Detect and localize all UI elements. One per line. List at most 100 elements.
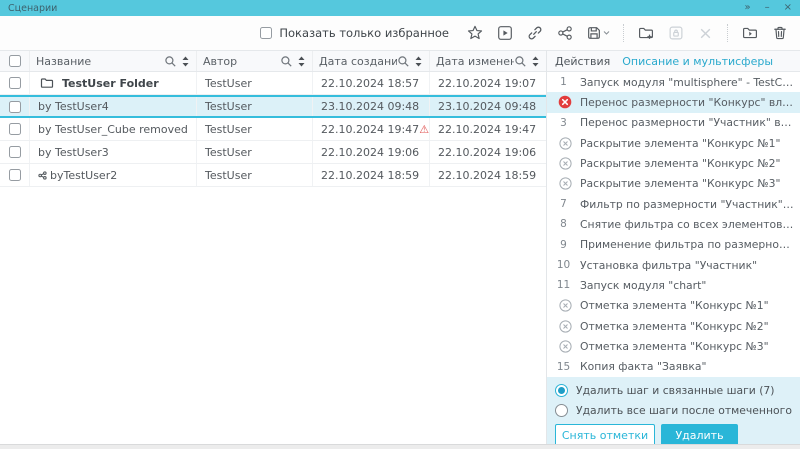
row-modified: 22.10.2024 19:07 (438, 77, 536, 90)
step-skip-icon[interactable] (559, 177, 572, 190)
table-row[interactable]: TestUser Folder TestUser 22.10.2024 18:5… (0, 72, 546, 95)
step-text: Отметка элемента "Конкурс №3" (580, 340, 769, 353)
toolbar: Показать только избранное (0, 16, 800, 50)
cancel-x-icon[interactable] (697, 25, 714, 42)
star-icon[interactable] (466, 25, 483, 42)
table-row[interactable]: by TestUser_Cube removed TestUser 22.10.… (0, 118, 546, 141)
action-step[interactable]: 10 Установка фильтра "Участник" (547, 255, 800, 275)
delete-option[interactable]: Удалить все шаги после отмеченного (547, 400, 800, 420)
column-header-created[interactable]: Дата создания (313, 51, 430, 71)
favorites-label: Показать только избранное (279, 26, 449, 40)
action-step[interactable]: Раскрытие элемента "Конкурс №2" (547, 153, 800, 173)
row-checkbox[interactable] (9, 77, 21, 89)
step-text: Копия факта "Заявка" (580, 360, 706, 373)
step-skip-icon[interactable] (559, 340, 572, 353)
step-skip-icon[interactable] (559, 137, 572, 150)
close-icon[interactable]: × (784, 3, 792, 13)
panel-tabs: Действия Описание и мультисферы (547, 50, 800, 72)
row-name: by TestUser_Cube removed (38, 123, 188, 136)
step-skip-icon[interactable] (559, 299, 572, 312)
bottom-strip (0, 444, 800, 449)
action-step[interactable]: 15 Копия факта "Заявка" (547, 357, 800, 377)
step-skip-icon[interactable] (559, 157, 572, 170)
action-step[interactable]: 8 Снятие фильтра со всех элементов разме… (547, 214, 800, 234)
radio-button[interactable] (555, 384, 568, 397)
row-author: TestUser (205, 146, 252, 159)
search-icon[interactable] (514, 55, 527, 68)
table-header: Название Автор Дата создания (0, 50, 546, 72)
row-created: 22.10.2024 18:57 (321, 77, 419, 90)
step-text: Раскрытие элемента "Конкурс №3" (580, 177, 781, 190)
new-folder-icon[interactable] (637, 25, 654, 42)
save-icon[interactable] (586, 25, 610, 42)
sort-icon[interactable] (414, 55, 423, 68)
row-checkbox[interactable] (9, 101, 21, 113)
row-modified: 23.10.2024 09:48 (438, 100, 536, 113)
action-step[interactable]: Отметка элемента "Конкурс №2" (547, 316, 800, 336)
action-step[interactable]: Раскрытие элемента "Конкурс №1" (547, 133, 800, 153)
row-modified: 22.10.2024 18:59 (438, 169, 536, 182)
select-all-checkbox[interactable] (9, 55, 21, 67)
action-step[interactable]: Раскрытие элемента "Конкурс №3" (547, 174, 800, 194)
radio-label: Удалить шаг и связанные шаги (7) (576, 384, 775, 397)
column-header-author[interactable]: Автор (197, 51, 313, 71)
column-header-modified[interactable]: Дата изменения (430, 51, 546, 71)
search-icon[interactable] (280, 55, 293, 68)
row-name: TestUser Folder (62, 77, 159, 90)
sort-icon[interactable] (531, 55, 540, 68)
toolbar-separator (727, 24, 728, 42)
row-name: by TestUser3 (38, 146, 109, 159)
scenarios-table: Название Автор Дата создания (0, 50, 546, 444)
favorites-filter[interactable]: Показать только избранное (260, 26, 449, 40)
lock-icon[interactable] (667, 25, 684, 42)
row-created: 22.10.2024 19:47 (321, 123, 419, 136)
footer-buttons: Снять отметки Удалить (547, 420, 800, 447)
step-skip-icon[interactable] (559, 320, 572, 333)
row-checkbox[interactable] (9, 146, 21, 158)
delete-trash-icon[interactable] (771, 25, 788, 42)
move-to-folder-icon[interactable] (741, 25, 758, 42)
column-header-name[interactable]: Название (30, 51, 197, 71)
action-step[interactable]: Перенос размерности "Конкурс" влево (547, 92, 800, 112)
row-author: TestUser (205, 123, 252, 136)
row-checkbox[interactable] (9, 123, 21, 135)
row-modified: 22.10.2024 19:06 (438, 146, 536, 159)
sort-icon[interactable] (297, 55, 306, 68)
action-step[interactable]: Отметка элемента "Конкурс №1" (547, 296, 800, 316)
delete-option[interactable]: Удалить шаг и связанные шаги (7) (547, 380, 800, 400)
expand-panel-icon[interactable]: » (744, 3, 750, 13)
table-row[interactable]: by TestUser3 TestUser 22.10.2024 19:06 2… (0, 141, 546, 164)
action-step[interactable]: Отметка элемента "Конкурс №3" (547, 336, 800, 356)
search-icon[interactable] (397, 55, 410, 68)
search-icon[interactable] (164, 55, 177, 68)
row-checkbox[interactable] (9, 169, 21, 181)
action-step[interactable]: 9 Применение фильтра по размерности "" (547, 235, 800, 255)
share-icon[interactable] (556, 25, 573, 42)
minimize-icon[interactable]: – (765, 3, 770, 13)
step-number: 11 (555, 279, 572, 291)
tab-description-multispheres[interactable]: Описание и мультисферы (622, 55, 773, 68)
action-step[interactable]: 3 Перенос размерности "Участник" влево (547, 113, 800, 133)
step-text: Применение фильтра по размерности "" (580, 238, 794, 251)
radio-label: Удалить все шаги после отмеченного (576, 404, 792, 417)
action-step[interactable]: 1 Запуск модуля "multisphere" - TestCube… (547, 72, 800, 92)
table-row[interactable]: by TestUser4 TestUser 23.10.2024 09:48 2… (0, 95, 546, 118)
link-icon[interactable] (526, 25, 543, 42)
action-step[interactable]: 11 Запуск модуля "chart" (547, 275, 800, 295)
step-text: Фильтр по размерности "Участник" по патт… (580, 198, 794, 211)
titlebar: Сценарии » – × (0, 0, 800, 16)
step-marked-icon[interactable] (558, 95, 572, 109)
table-body: TestUser Folder TestUser 22.10.2024 18:5… (0, 72, 546, 187)
step-number: 9 (555, 239, 572, 251)
tab-actions[interactable]: Действия (555, 55, 610, 68)
step-number: 10 (555, 259, 572, 271)
table-row[interactable]: byTestUser2 TestUser 22.10.2024 18:59 22… (0, 164, 546, 187)
step-number: 15 (555, 361, 572, 373)
step-text: Снятие фильтра со всех элементов размерн… (580, 218, 794, 231)
favorites-checkbox[interactable] (260, 27, 272, 39)
action-step[interactable]: 7 Фильтр по размерности "Участник" по па… (547, 194, 800, 214)
run-scenario-icon[interactable] (496, 25, 513, 42)
sort-icon[interactable] (181, 55, 190, 68)
radio-button[interactable] (555, 404, 568, 417)
warning-icon: ⚠ (419, 124, 429, 135)
